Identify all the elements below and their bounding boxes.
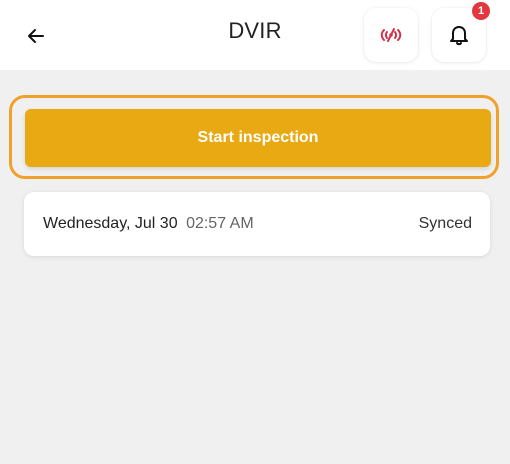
inspection-date-time: Wednesday, Jul 30 02:57 AM <box>43 215 254 233</box>
notifications-button[interactable]: 1 <box>432 2 490 62</box>
top-bar: DVIR 1 <box>0 0 510 70</box>
inspection-record-card[interactable]: Wednesday, Jul 30 02:57 AM Synced <box>24 192 490 256</box>
signal-broadcast-icon <box>380 28 402 42</box>
app-screen: DVIR 1 Start inspection Wednesday, Jul 3… <box>0 0 510 464</box>
start-inspection-button[interactable]: Start inspection <box>25 109 491 167</box>
inspection-date: Wednesday, Jul 30 <box>43 215 178 232</box>
bell-icon <box>450 26 468 46</box>
inspection-time: 02:57 AM <box>186 215 254 232</box>
connection-status-button[interactable] <box>364 8 418 62</box>
sync-status: Synced <box>418 215 472 232</box>
notification-badge: 1 <box>472 2 490 20</box>
